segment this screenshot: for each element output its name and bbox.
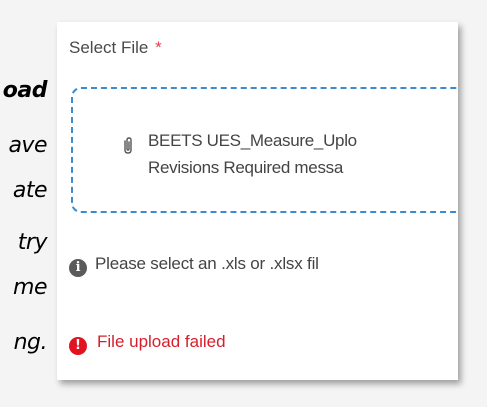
file-type-hint: i Please select an .xls or .xlsx fil [69, 254, 319, 277]
background-text-line: oad [2, 78, 48, 103]
file-type-hint-text: Please select an .xls or .xlsx fil [95, 254, 319, 273]
uploaded-file-name[interactable]: BEETS UES_Measure_Uplo [148, 131, 357, 151]
info-icon: i [69, 259, 87, 277]
select-file-label: Select File * [69, 38, 162, 58]
select-file-label-text: Select File [69, 38, 149, 57]
background-text-line: ate [12, 178, 48, 203]
file-upload-panel: Select File * BEETS UES_Measure_Uplo Rev… [57, 22, 458, 380]
background-text-line: ave [8, 133, 47, 158]
upload-error-text: File upload failed [97, 332, 226, 351]
background-text-line: me [13, 275, 47, 300]
paperclip-icon [121, 137, 135, 155]
upload-error-message: ! File upload failed [69, 332, 226, 355]
error-icon: ! [69, 337, 87, 355]
background-text-line: try [17, 230, 48, 255]
required-marker: * [155, 38, 162, 57]
file-dropzone[interactable]: BEETS UES_Measure_Uplo Revisions Require… [71, 87, 458, 213]
screenshot-stage: oad ave ate try me ng. Select File * BEE… [0, 0, 487, 407]
background-text-line: ng. [13, 330, 48, 355]
file-status-message: Revisions Required messa [148, 158, 343, 177]
